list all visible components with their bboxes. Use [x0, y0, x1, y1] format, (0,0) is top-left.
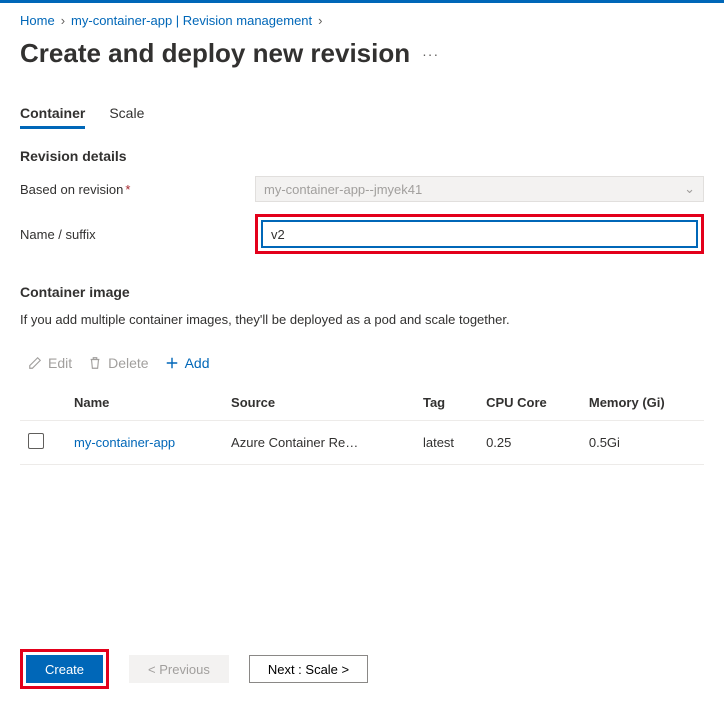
footer: Create < Previous Next : Scale > — [0, 649, 724, 689]
page-title: Create and deploy new revision — [20, 38, 410, 69]
chevron-down-icon: ⌄ — [684, 181, 695, 197]
name-suffix-input[interactable] — [261, 220, 698, 248]
row-source: Azure Container Re… — [223, 421, 415, 465]
container-toolbar: Edit Delete Add — [20, 351, 704, 375]
breadcrumb-app[interactable]: my-container-app | Revision management — [71, 13, 312, 28]
create-highlight: Create — [20, 649, 109, 689]
col-cpu: CPU Core — [478, 385, 581, 421]
container-table: Name Source Tag CPU Core Memory (Gi) my-… — [20, 385, 704, 465]
previous-button: < Previous — [129, 655, 229, 683]
container-image-description: If you add multiple container images, th… — [20, 312, 704, 327]
breadcrumb-home[interactable]: Home — [20, 13, 55, 28]
tab-scale[interactable]: Scale — [109, 99, 144, 129]
based-on-revision-select[interactable]: my-container-app--jmyek41 ⌄ — [255, 176, 704, 202]
chevron-right-icon: › — [61, 13, 65, 28]
col-name: Name — [66, 385, 223, 421]
col-source: Source — [223, 385, 415, 421]
based-on-revision-label: Based on revision* — [20, 182, 255, 197]
col-memory: Memory (Gi) — [581, 385, 704, 421]
based-on-revision-value: my-container-app--jmyek41 — [264, 182, 422, 197]
name-suffix-highlight — [255, 214, 704, 254]
revision-details-heading: Revision details — [20, 148, 704, 164]
next-button[interactable]: Next : Scale > — [249, 655, 368, 683]
row-tag: latest — [415, 421, 478, 465]
name-suffix-label: Name / suffix — [20, 227, 255, 242]
row-cpu: 0.25 — [478, 421, 581, 465]
delete-icon — [88, 356, 102, 370]
edit-icon — [28, 356, 42, 370]
breadcrumb: Home › my-container-app | Revision manag… — [20, 13, 704, 28]
table-row: my-container-app Azure Container Re… lat… — [20, 421, 704, 465]
edit-button: Edit — [28, 355, 72, 371]
more-icon[interactable]: ··· — [422, 46, 439, 62]
delete-button: Delete — [88, 355, 148, 371]
create-button[interactable]: Create — [26, 655, 103, 683]
row-name-link[interactable]: my-container-app — [66, 421, 223, 465]
plus-icon — [165, 356, 179, 370]
add-button[interactable]: Add — [165, 355, 210, 371]
chevron-right-icon: › — [318, 13, 322, 28]
row-checkbox[interactable] — [28, 433, 44, 449]
row-memory: 0.5Gi — [581, 421, 704, 465]
container-image-heading: Container image — [20, 284, 704, 300]
tab-container[interactable]: Container — [20, 99, 85, 129]
col-tag: Tag — [415, 385, 478, 421]
tabs: Container Scale — [20, 99, 704, 130]
